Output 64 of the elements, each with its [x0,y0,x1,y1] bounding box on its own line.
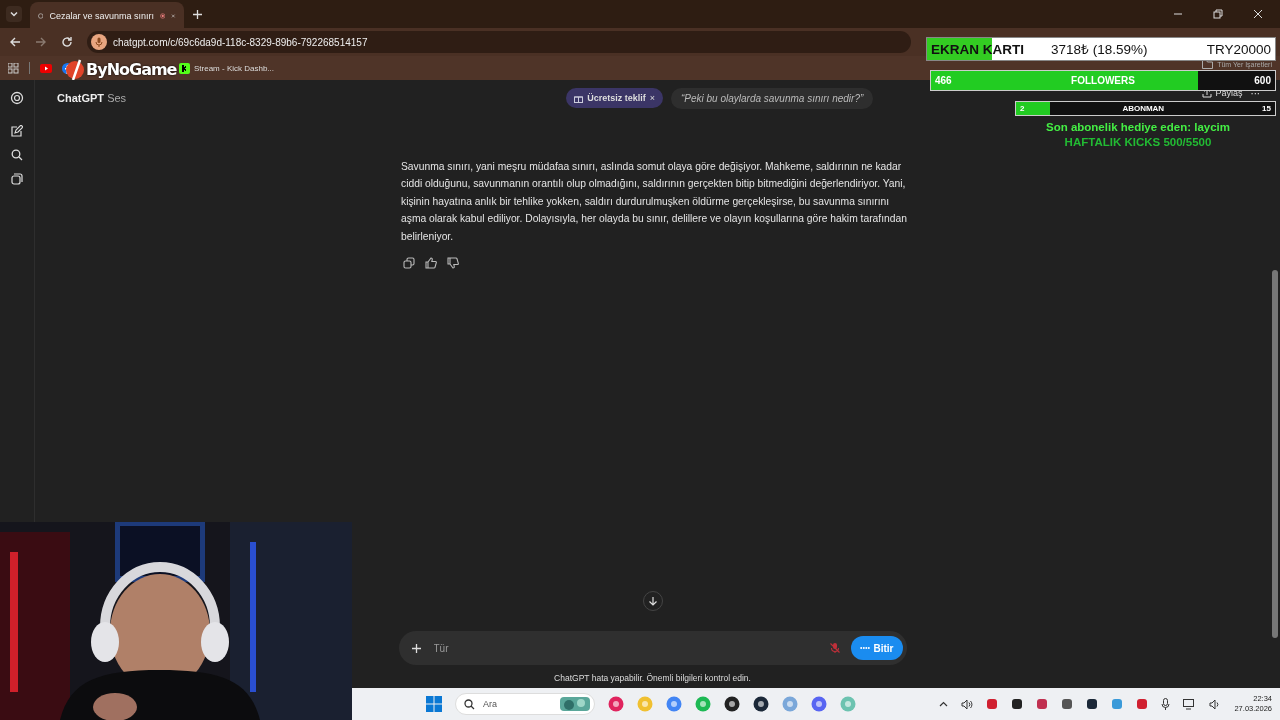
followers-label: FOLLOWERS [1070,75,1136,86]
speaker-icon[interactable] [961,698,974,710]
app-icon[interactable] [724,696,740,712]
thumbs-down-icon[interactable] [447,257,459,270]
search-highlight-icon [560,697,590,711]
network-icon[interactable] [1183,698,1197,710]
microphone-icon[interactable] [1161,698,1171,710]
scrollbar-thumb[interactable] [1272,270,1278,638]
plus-icon[interactable] [410,642,422,654]
more-button[interactable]: ··· [1250,87,1260,99]
chevron-down-icon [9,9,19,19]
thumbs-up-icon[interactable] [425,257,437,270]
tray-icon[interactable] [1086,698,1099,710]
arrow-down-icon [647,596,658,606]
assistant-message: Savunma sınırı, yani meşru müdafaa sınırı, aslında somut olaya göre değişiyor. Mahkeme, saldırının ne kadar ciddi olduğunu, savunmanın orantılı olup olmadığını, saldırının gerçekten bitip bitmediğini değerlendiriyor. Yani, kişinin hayatına anlık bir tehlike yokken, saldırı durdurulmuşken öldürme gerçekleşirse, bu savunma sınırını aşma olarak kabul ediliyor. Dolayısıyla, her olayda bu sınır, delillere ve olayın koşullarına göre hakim tarafından belirleniyor. [401,160,908,244]
followers-count: 466 [935,75,952,86]
search-icon[interactable] [11,149,23,161]
bookmark[interactable]: Stream - Kick Dashb... [179,62,275,74]
close-offer-button[interactable]: × [649,93,655,103]
microphone-icon [91,34,107,50]
apps-grid-icon[interactable] [8,62,19,74]
gift-icon [574,93,584,103]
goal-target: TRY20000 [1206,41,1271,57]
video-icon[interactable] [40,63,52,73]
recording-icon [160,10,166,22]
tab-favicon-icon [38,10,44,22]
library-icon[interactable] [11,173,23,185]
share-icon [1202,88,1213,98]
disclaimer-text: ChatGPT hata yapabilir. Önemli bilgileri kontrol edin. [554,672,751,685]
goal-amount: 3718₺ (18.59%) [1051,41,1149,58]
weekly-kicks-text: HAFTALIK KICKS 500/5500 [1063,136,1213,148]
subscribers-target: 15 [1262,104,1271,113]
app-icon[interactable] [753,696,769,712]
tray-icon[interactable] [1061,698,1074,710]
folder-icon [1202,60,1214,69]
subscribers-label: ABONMAN [1121,104,1166,113]
address-bar[interactable]: chatgpt.com/c/69c6da9d-118c-8329-89b6-792268514157 [87,31,911,53]
dots-icon [859,646,870,650]
close-icon[interactable] [1253,9,1263,19]
speaker-icon[interactable] [1209,698,1222,710]
stream-logo: ByNoGame [86,59,177,79]
last-gift-text: Son abonelik hediye eden: laycim [1044,121,1232,133]
tab-list-button[interactable] [6,6,22,22]
letter-k-icon [179,62,190,74]
app-title[interactable]: ChatGPT Ses [57,92,237,104]
copy-icon[interactable] [403,257,415,270]
followers-target: 600 [1254,75,1271,86]
tab-title: Cezalar ve savunma sınırı [49,11,154,21]
free-offer-badge[interactable]: Ücretsiz teklif × [566,88,663,108]
search-field[interactable]: Ara [455,693,595,715]
logo-icon[interactable] [10,91,24,105]
back-icon[interactable] [9,36,21,48]
restore-icon[interactable] [1213,9,1223,19]
suggestion-chip[interactable]: “Peki bu olaylarda savunma sınırı nedir?” [670,87,874,109]
reload-icon[interactable] [61,36,73,48]
tray-icon[interactable] [1011,698,1024,710]
browser-tab[interactable]: Cezalar ve savunma sınırı [30,2,184,30]
chevron-up-icon[interactable] [939,701,949,707]
new-tab-icon[interactable] [192,8,203,20]
new-chat-icon[interactable] [11,125,23,137]
forward-icon[interactable] [35,36,47,48]
subscribers-count: 2 [1020,104,1025,113]
message-field[interactable]: Tür [431,641,819,655]
search-icon [464,698,475,710]
